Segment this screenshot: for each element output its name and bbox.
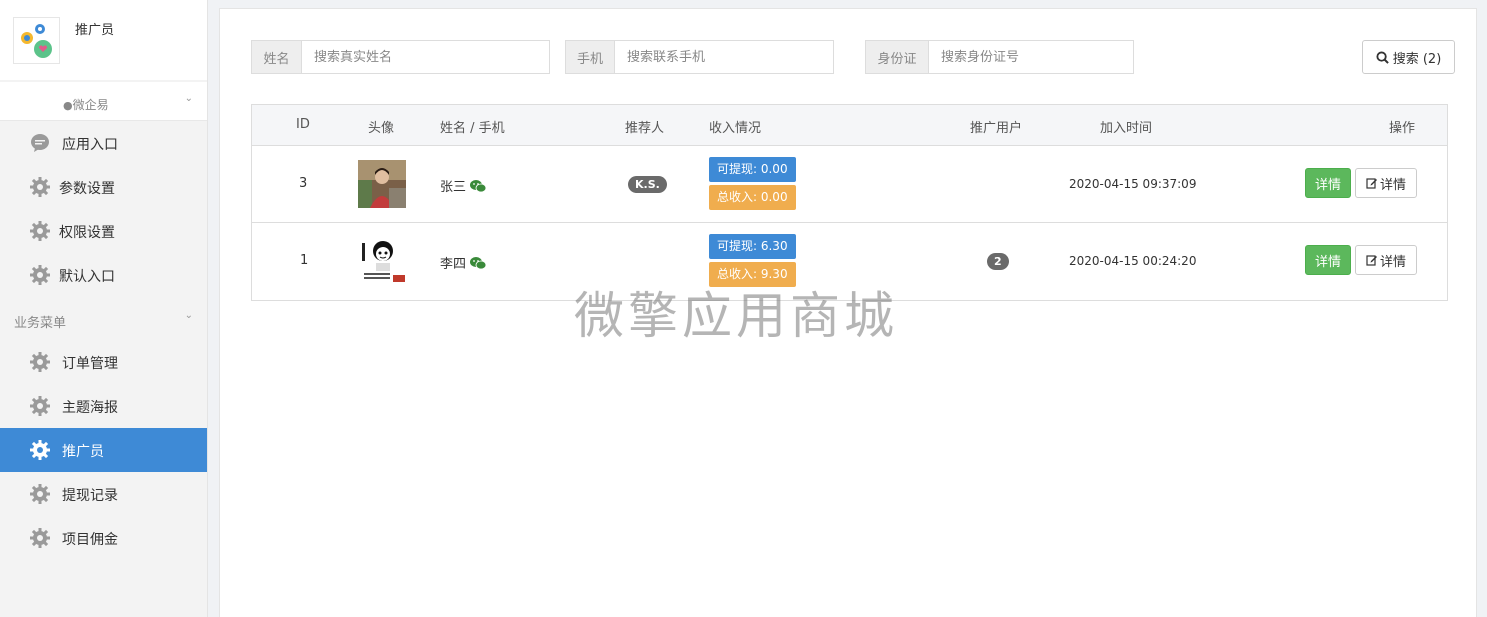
edit-detail-label: 详情 (1379, 177, 1406, 193)
edit-icon (1366, 255, 1377, 266)
chat-bubble-icon (30, 133, 50, 153)
detail-button[interactable]: 详情 (1305, 168, 1351, 198)
phone-search-input[interactable] (614, 40, 834, 74)
withdrawable-value: 可提现: 0.00 (709, 157, 796, 182)
total-income-tag: 总收入: 0.00 (709, 185, 796, 210)
menu-group-label: ●微企易 (63, 98, 109, 112)
gear-icon (30, 528, 50, 548)
col-actions: 操作 (1389, 121, 1416, 136)
col-avatar: 头像 (368, 121, 395, 136)
row-name-text: 李四 (440, 257, 467, 272)
sidebar-item-commission[interactable]: 项目佣金 (0, 516, 207, 560)
row-name-text: 张三 (440, 180, 467, 195)
app-logo-icon (21, 24, 52, 58)
sidebar-item-orders[interactable]: 订单管理 (0, 340, 207, 384)
chevron-down-icon: ⌄ (184, 310, 193, 321)
sidebar-item-params[interactable]: 参数设置 (0, 165, 207, 209)
total-income-value: 总收入: 9.30 (709, 262, 796, 287)
edit-detail-label: 详情 (1379, 254, 1406, 270)
search-button[interactable]: 搜索 (2) (1362, 40, 1455, 74)
chevron-down-icon: ⌄ (184, 93, 193, 104)
avatar-meme-icon (358, 237, 406, 285)
referrer-badge: K.S. (628, 176, 667, 193)
table-row: 1 李四 可提现: 6.30 总收入: 9.30 2 2020-04-15 00… (252, 223, 1447, 300)
row-id: 1 (300, 253, 309, 268)
sidebar-item-app-entry[interactable]: 应用入口 (0, 121, 207, 165)
brand-title: 推广员 (75, 23, 115, 38)
avatar-photo-icon (358, 160, 406, 208)
col-referrer: 推荐人 (625, 121, 665, 136)
edit-detail-button[interactable]: 详情 (1355, 168, 1417, 198)
detail-button[interactable]: 详情 (1305, 245, 1351, 275)
gear-icon (30, 177, 50, 197)
name-search-input[interactable] (301, 40, 550, 74)
id-addon: 身份证 (865, 40, 928, 74)
id-search-input[interactable] (928, 40, 1134, 74)
col-income: 收入情况 (709, 121, 762, 136)
gear-icon (30, 484, 50, 504)
withdrawable-tag: 可提现: 6.30 (709, 234, 796, 259)
gear-icon (30, 221, 50, 241)
col-id: ID (296, 117, 310, 132)
search-icon (1376, 50, 1389, 64)
edit-icon (1366, 178, 1377, 189)
sidebar-item-permissions[interactable]: 权限设置 (0, 209, 207, 253)
gear-icon (30, 440, 50, 460)
wechat-icon (470, 179, 487, 192)
sidebar-item-default-entry[interactable]: 默认入口 (0, 253, 207, 297)
sidebar-item-label: 参数设置 (59, 181, 115, 197)
total-income-tag: 总收入: 9.30 (709, 262, 796, 287)
sidebar-item-withdrawals[interactable]: 提现记录 (0, 472, 207, 516)
promoters-table: ID 头像 姓名 / 手机 推荐人 收入情况 推广用户 加入时间 操作 3 张三… (251, 104, 1448, 301)
withdrawable-value: 可提现: 6.30 (709, 234, 796, 259)
sidebar-item-label: 应用入口 (62, 137, 118, 153)
col-name-phone: 姓名 / 手机 (440, 121, 505, 136)
table-header: ID 头像 姓名 / 手机 推荐人 收入情况 推广用户 加入时间 操作 (252, 105, 1447, 146)
search-button-label: 搜索 (2) (1392, 51, 1442, 67)
row-id: 3 (299, 176, 308, 191)
withdrawable-tag: 可提现: 0.00 (709, 157, 796, 182)
menu-group-weiqiyi[interactable]: ●微企易 ⌄ (0, 82, 207, 121)
app-logo (13, 17, 60, 64)
brand-header: 推广员 (0, 0, 207, 80)
sidebar-item-label: 订单管理 (62, 356, 118, 372)
col-promoted-users: 推广用户 (970, 121, 1023, 136)
gear-icon (30, 265, 50, 285)
id-search-group: 身份证 (865, 40, 1134, 74)
avatar (358, 237, 406, 285)
table-row: 3 张三 K.S. 可提现: 0.00 总收入: 0.00 2020-04-15… (252, 146, 1447, 223)
join-time: 2020-04-15 00:24:20 (1069, 254, 1197, 268)
total-income-value: 总收入: 0.00 (709, 185, 796, 210)
sidebar-item-label: 项目佣金 (62, 532, 118, 548)
sidebar-item-label: 权限设置 (59, 225, 115, 241)
wechat-icon (470, 256, 487, 269)
sidebar-item-promoters[interactable]: 推广员 (0, 428, 207, 472)
menu-group-business[interactable]: 业务菜单 ⌄ (0, 299, 207, 340)
gear-icon (30, 352, 50, 372)
sidebar-item-posters[interactable]: 主题海报 (0, 384, 207, 428)
wechat-small-icon: ● (63, 99, 73, 112)
avatar (358, 160, 406, 208)
name-addon: 姓名 (251, 40, 301, 74)
phone-addon: 手机 (565, 40, 614, 74)
name-search-group: 姓名 (251, 40, 550, 74)
menu-group-label: 业务菜单 (14, 316, 67, 331)
sidebar-item-label: 默认入口 (59, 269, 115, 285)
col-join-time: 加入时间 (1100, 121, 1153, 136)
promoted-users-count: 2 (987, 253, 1009, 270)
phone-search-group: 手机 (565, 40, 834, 74)
sidebar-item-label: 推广员 (62, 444, 104, 460)
row-name: 李四 (440, 253, 487, 272)
edit-detail-button[interactable]: 详情 (1355, 245, 1417, 275)
join-time: 2020-04-15 09:37:09 (1069, 177, 1197, 191)
promoted-users-badge: 2 (987, 253, 1009, 270)
sidebar-item-label: 提现记录 (62, 488, 118, 504)
sidebar: 推广员 ●微企易 ⌄ 应用入口 参数设置 权限设置 默认入口 业务菜单 ⌄ 订单… (0, 0, 208, 617)
sidebar-item-label: 主题海报 (62, 400, 118, 416)
gear-icon (30, 396, 50, 416)
referrer-name: K.S. (628, 176, 667, 193)
main-panel: 姓名 手机 身份证 搜索 (2) ID 头像 姓名 / 手机 推荐人 收入情况 … (219, 8, 1477, 617)
row-name: 张三 (440, 176, 487, 195)
